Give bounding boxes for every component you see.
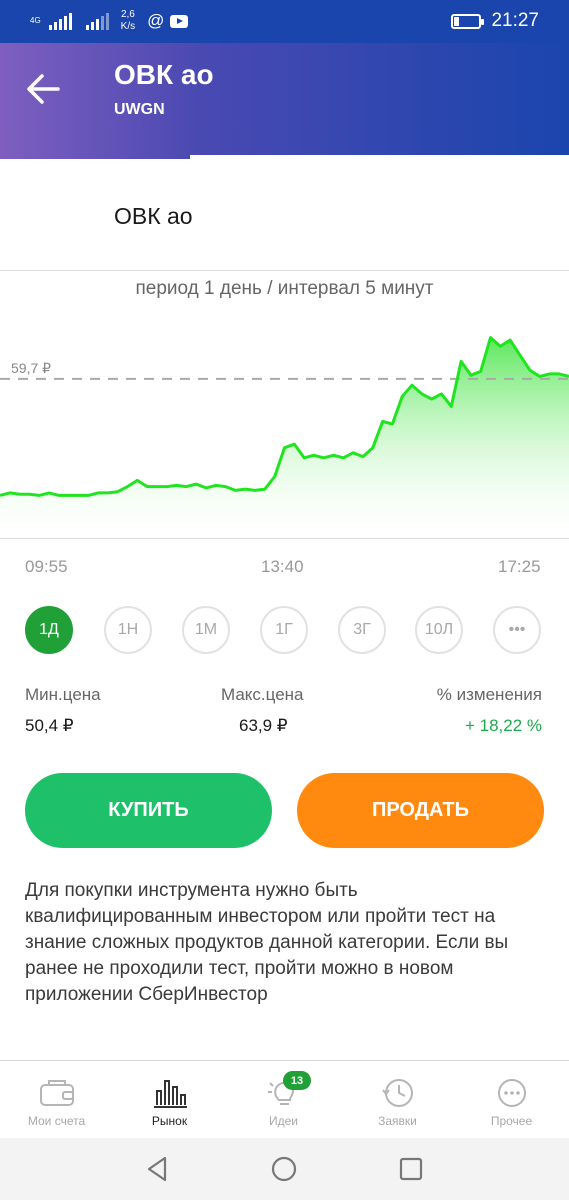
nav-item-more[interactable]: Прочее bbox=[455, 1061, 568, 1139]
change-percent-value: + 18,22 % bbox=[464, 716, 542, 735]
youtube-icon bbox=[170, 14, 189, 28]
page-title: ОВК ао bbox=[114, 59, 214, 90]
period-selector: 1Д 1Н 1М 1Г 3Г 10Л ••• bbox=[25, 606, 545, 654]
min-price-label: Мин.цена bbox=[25, 685, 101, 704]
period-button-1y[interactable]: 1Г bbox=[260, 606, 308, 654]
nav-label-market: Рынок bbox=[151, 1114, 188, 1128]
divider bbox=[0, 270, 569, 271]
clock: 21:27 bbox=[491, 10, 539, 31]
ticker-symbol: UWGN bbox=[114, 101, 165, 118]
network-tag: 4G bbox=[30, 16, 41, 25]
speed-unit: K/s bbox=[120, 21, 136, 32]
more-periods-button[interactable]: ••• bbox=[493, 606, 541, 654]
period-button-1m[interactable]: 1М bbox=[182, 606, 230, 654]
nav-item-accounts[interactable]: Мои счета bbox=[0, 1061, 113, 1139]
nav-label-orders: Заявки bbox=[378, 1114, 417, 1128]
period-button-3y[interactable]: 3Г bbox=[338, 606, 386, 654]
max-price-value: 63,9 ₽ bbox=[239, 716, 288, 735]
status-left: 4G 2,6 K/s @ bbox=[30, 9, 189, 33]
nav-label-more: Прочее bbox=[490, 1114, 533, 1128]
period-button-1w[interactable]: 1Н bbox=[104, 606, 152, 654]
x-tick-label: 09:55 bbox=[25, 557, 68, 576]
qualification-notice: Для покупки инструмента нужно быть квали… bbox=[25, 880, 509, 1005]
nav-item-ideas[interactable]: Идеи bbox=[227, 1061, 340, 1139]
change-percent-label: % изменения bbox=[436, 685, 542, 704]
chart-baseline bbox=[0, 538, 569, 539]
period-button-10y[interactable]: 10Л bbox=[415, 606, 463, 654]
arrow-left-icon bbox=[27, 74, 60, 104]
chart-area-fill bbox=[0, 337, 569, 538]
orders-clock-icon bbox=[381, 1079, 413, 1107]
recents-square-icon[interactable] bbox=[396, 1154, 426, 1184]
nav-label-accounts: Мои счета bbox=[27, 1114, 86, 1128]
signal-icon-secondary bbox=[85, 12, 109, 30]
price-chart[interactable] bbox=[0, 300, 569, 540]
app-header: ОВК ао UWGN bbox=[0, 43, 569, 159]
wallet-icon bbox=[39, 1080, 74, 1106]
max-price-label: Макс.цена bbox=[221, 685, 304, 704]
bottom-nav: Мои счета Рынок Идеи Заявки Прочее bbox=[0, 1060, 569, 1138]
status-right: 21:27 bbox=[451, 10, 539, 32]
speed-value: 2,6 bbox=[120, 9, 135, 20]
at-sign-icon: @ bbox=[147, 11, 165, 30]
back-button[interactable] bbox=[22, 67, 66, 111]
network-speed: 2,6 K/s bbox=[121, 9, 135, 33]
chart-period-label: период 1 день / интервал 5 минут bbox=[135, 278, 434, 299]
system-nav-bar bbox=[0, 1138, 569, 1200]
sell-button[interactable]: ПРОДАТЬ bbox=[297, 773, 544, 848]
nav-label-ideas: Идеи bbox=[268, 1114, 298, 1128]
battery-icon bbox=[451, 13, 485, 29]
buy-button[interactable]: КУПИТЬ bbox=[25, 773, 272, 848]
ideas-badge: 13 bbox=[283, 1071, 311, 1090]
reference-price-label: 59,7 ₽ bbox=[11, 360, 52, 376]
min-price-value: 50,4 ₽ bbox=[25, 716, 74, 735]
more-icon bbox=[497, 1079, 526, 1107]
instrument-card bbox=[0, 159, 569, 271]
home-circle-icon[interactable] bbox=[269, 1154, 299, 1184]
signal-icon bbox=[48, 12, 72, 30]
nav-item-orders[interactable]: Заявки bbox=[341, 1061, 454, 1139]
back-triangle-icon[interactable] bbox=[143, 1154, 173, 1184]
status-bar: 4G 2,6 K/s @ 21:27 bbox=[0, 0, 569, 43]
nav-item-market[interactable]: Рынок bbox=[113, 1061, 226, 1139]
x-tick-label: 17:25 bbox=[498, 557, 541, 576]
market-icon bbox=[153, 1080, 187, 1108]
instrument-name: ОВК ао bbox=[114, 203, 193, 229]
period-button-1d[interactable]: 1Д bbox=[25, 606, 73, 654]
x-tick-label: 13:40 bbox=[261, 557, 304, 576]
